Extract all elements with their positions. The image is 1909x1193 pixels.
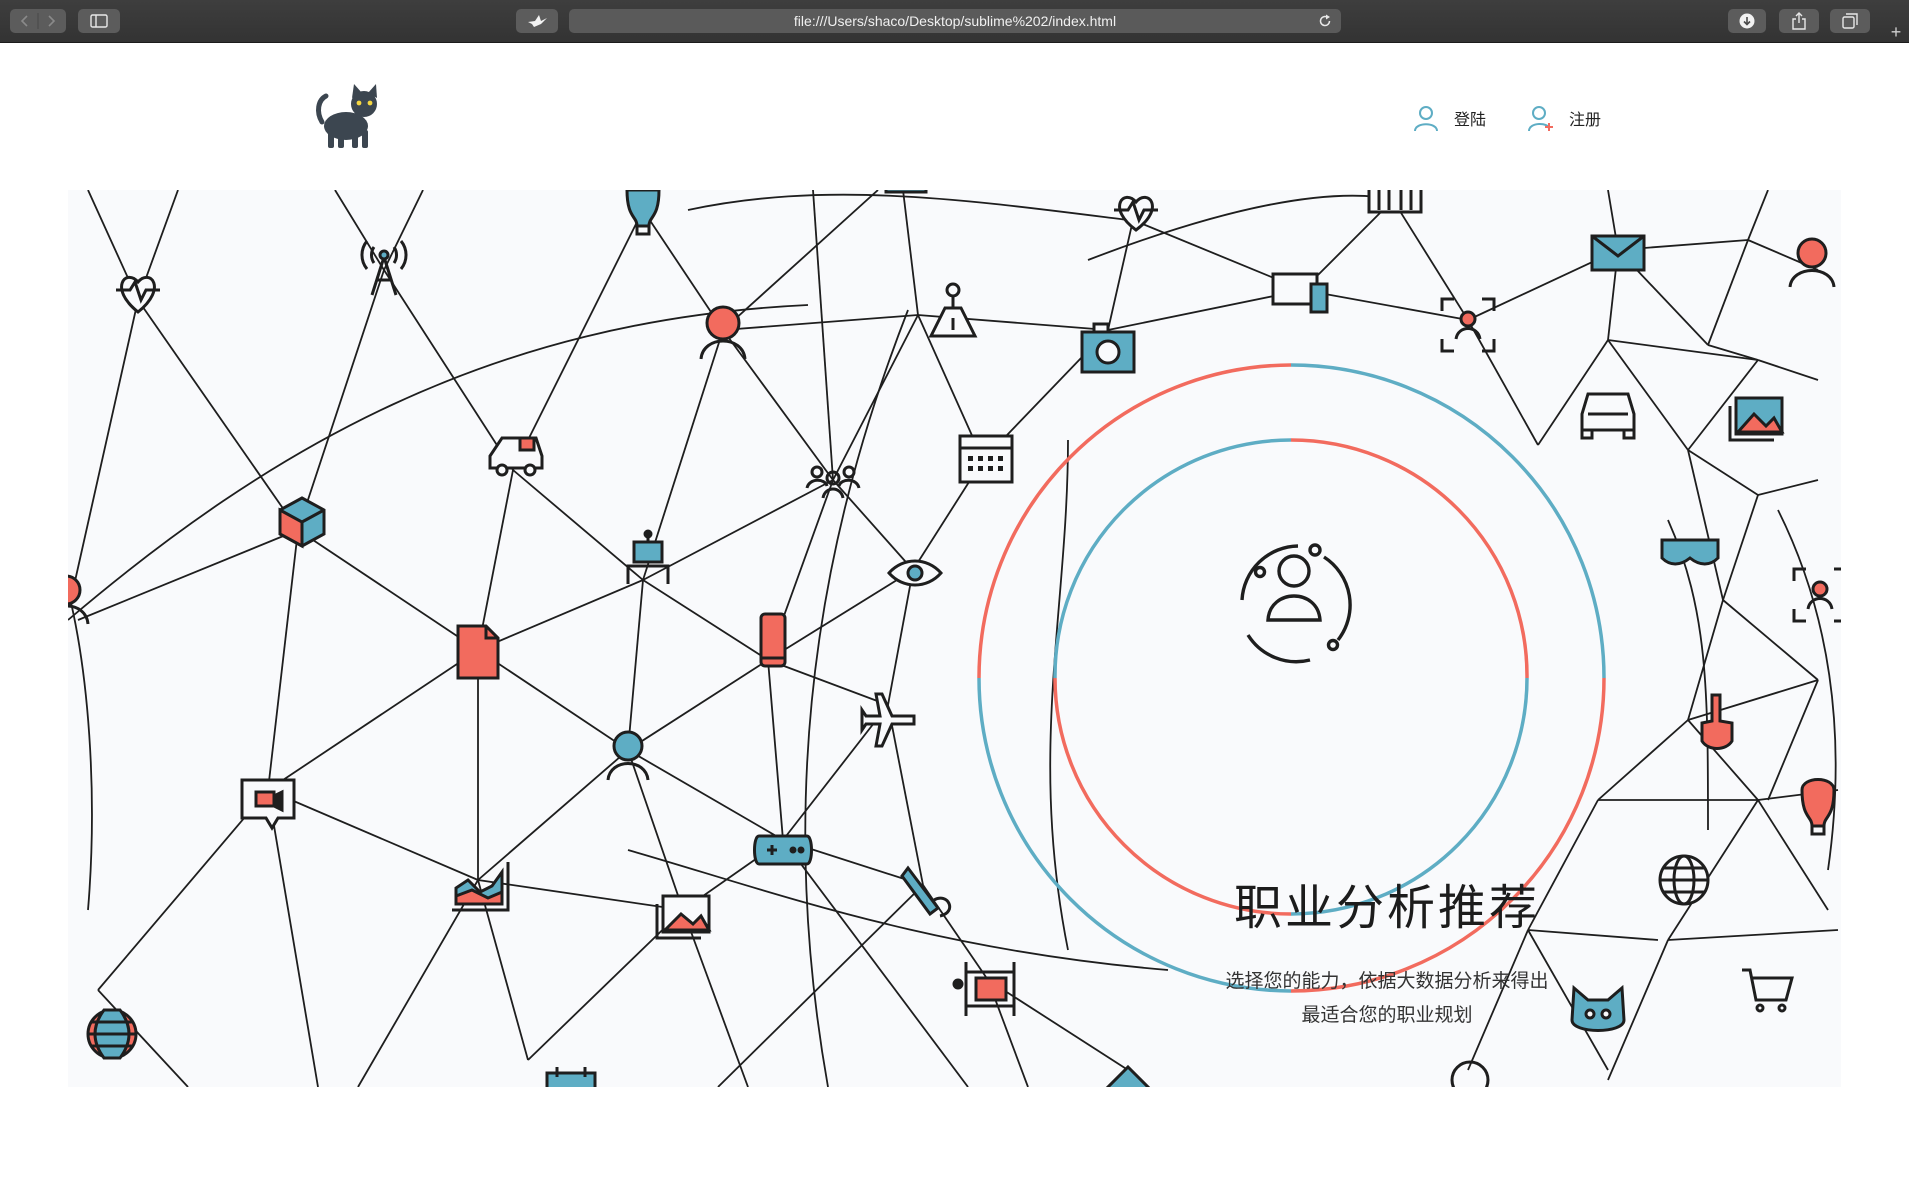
sidebar-icon [90,14,108,28]
reload-icon[interactable] [1317,13,1333,29]
car-icon [1580,392,1636,440]
robot-icon [626,529,670,584]
history-nav-group [10,9,66,33]
register-label: 注册 [1569,110,1602,129]
url-text: file:///Users/shaco/Desktop/sublime%202/… [793,13,1117,29]
downloads-button[interactable] [1728,9,1766,33]
gamepad-icon [753,834,813,866]
car-icon [488,436,544,477]
globe-icon [1658,854,1710,906]
building-icon [1367,190,1423,214]
phone-booth-icon [759,612,787,668]
person-icon [1788,237,1836,288]
devices-icon [1271,272,1329,314]
login-label: 登陆 [1454,110,1487,129]
user-icon [1414,106,1438,132]
vr-headset-icon [1660,538,1720,566]
image-icon [1728,396,1785,442]
heart-pulse-icon [1114,195,1158,232]
download-icon [1739,13,1755,29]
video-message-icon [240,778,296,831]
hero-description: 选择您的能力，依据大数据分析来得出 最适合您的职业规划 [1187,964,1587,1032]
hero-title: 职业分析推荐 [1233,880,1540,936]
share-icon [1792,12,1806,30]
chevron-left-icon[interactable] [10,9,66,33]
tabs-icon [1842,13,1858,29]
register-link[interactable]: 注册 [1527,104,1601,132]
image-icon [655,894,712,940]
career-emblem-icon [1240,543,1352,664]
cube-icon [278,496,326,549]
bird-icon [528,15,547,27]
cat-icon [316,84,377,148]
bookmark-button[interactable] [516,9,558,33]
chevron-right-icon [48,15,56,27]
person-icon [606,730,650,781]
login-link[interactable]: 登陆 [1412,104,1486,132]
hero-section: 职业分析推荐 选择您的能力，依据大数据分析来得出 最适合您的职业规划 [68,190,1841,1087]
network-illustration [68,190,1841,1087]
document-icon [456,624,500,680]
site-logo[interactable] [312,82,382,154]
mail-icon [1590,234,1646,272]
user-add-icon [1528,106,1553,132]
box-icon [884,190,928,194]
tabs-button[interactable] [1830,9,1870,33]
camera-icon [1080,322,1136,374]
sidebar-button[interactable] [78,9,120,33]
hero-description-line2: 最适合您的职业规划 [1301,1004,1473,1026]
calendar-icon [958,434,1014,484]
film-frame-icon [952,962,1016,1016]
cart-icon [1742,968,1794,1013]
browser-toolbar: file:///Users/shaco/Desktop/sublime%202/… [0,0,1909,43]
hero-description-line1: 选择您的能力，依据大数据分析来得出 [1225,970,1549,992]
diamond-icon [1105,1064,1151,1087]
pen-tool-icon [900,865,952,918]
globe-icon [86,1008,138,1060]
heart-pulse-icon [116,275,160,314]
new-tab-button[interactable]: + [1883,22,1909,42]
share-button[interactable] [1779,9,1819,33]
pin-icon [928,282,978,338]
calendar-icon [545,1067,597,1087]
face-scan-icon [1440,297,1496,353]
address-bar[interactable]: file:///Users/shaco/Desktop/sublime%202/… [569,9,1341,33]
bulb-icon [1800,778,1836,836]
eye-icon [887,559,943,587]
